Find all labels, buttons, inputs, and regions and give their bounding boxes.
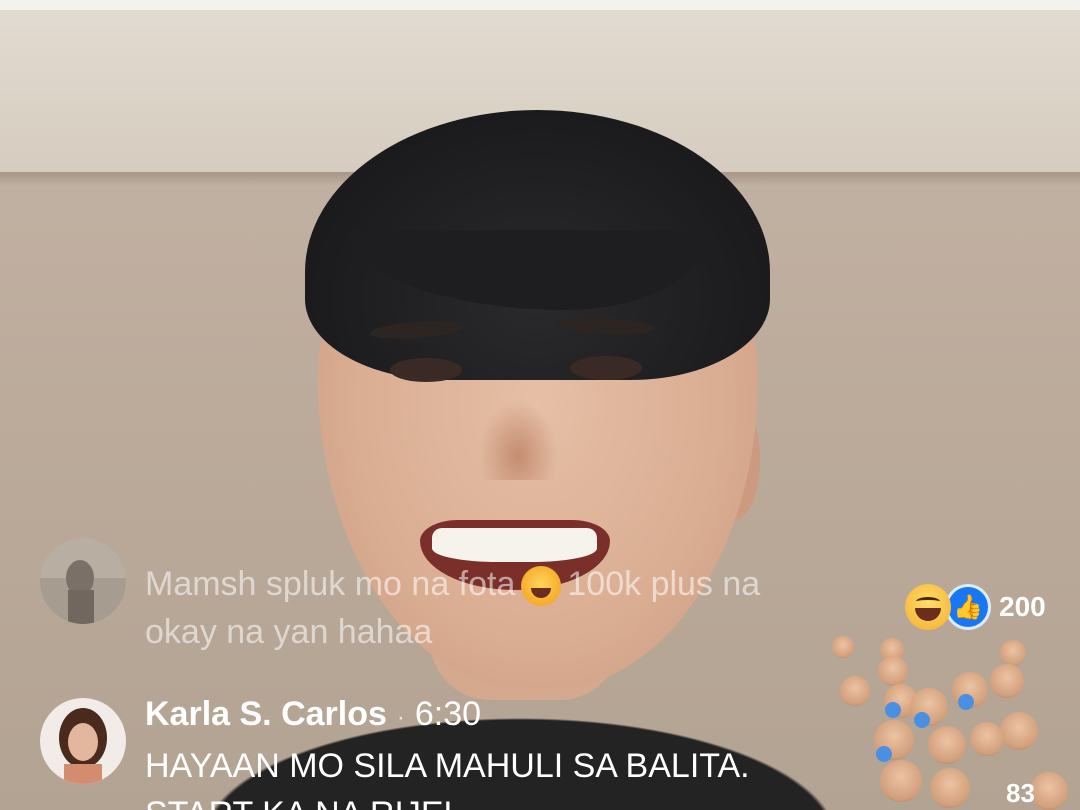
floating-avatar-reaction bbox=[1000, 640, 1026, 666]
avatar-photo bbox=[40, 698, 126, 784]
comment-text-part: okay na yan hahaa bbox=[145, 613, 433, 651]
like-icon: 👍 bbox=[945, 584, 991, 630]
person-nose bbox=[478, 400, 558, 480]
separator-dot: · bbox=[396, 704, 405, 731]
comment-body: Mamsh spluk mo na fota 100k plus na okay … bbox=[145, 560, 760, 656]
comment-text-line: HAYAAN MO SILA MAHULI SA BALITA. bbox=[145, 747, 750, 785]
floating-avatar-reaction bbox=[930, 768, 970, 808]
floating-reaction-count: 83 bbox=[1006, 778, 1035, 808]
commenter-name[interactable]: Karla S. Carlos bbox=[145, 695, 387, 733]
comment-body: Karla S. Carlos · 6:30 HAYAAN MO SILA MAHU… bbox=[145, 690, 750, 810]
live-video-frame bbox=[0, 0, 1080, 810]
rolling-laughing-emoji-icon bbox=[521, 566, 562, 607]
comment-text-part: Mamsh spluk mo na fota bbox=[145, 565, 516, 603]
person-teeth bbox=[432, 528, 597, 562]
like-icon bbox=[914, 712, 930, 728]
like-icon bbox=[885, 702, 901, 718]
like-icon bbox=[876, 746, 892, 762]
floating-avatar-reaction bbox=[1000, 712, 1038, 750]
haha-icon bbox=[905, 584, 951, 630]
comment-time: 6:30 bbox=[414, 695, 482, 733]
floating-avatar-reaction bbox=[1030, 772, 1068, 810]
reaction-count: 200 bbox=[999, 591, 1046, 622]
floating-avatar-reaction bbox=[840, 676, 870, 706]
floating-avatar-reaction bbox=[880, 760, 922, 802]
floating-avatar-reaction bbox=[990, 664, 1024, 698]
comment-text-part: 100k plus na bbox=[567, 565, 761, 603]
reaction-summary[interactable]: 👍 200 bbox=[905, 584, 1046, 630]
floating-avatar-reaction bbox=[928, 726, 966, 764]
person-eye bbox=[390, 358, 462, 382]
video-top-strip bbox=[0, 0, 1080, 10]
floating-avatar-reaction bbox=[970, 722, 1004, 756]
avatar-photo bbox=[40, 538, 126, 624]
person-eye bbox=[570, 356, 642, 380]
commenter-avatar[interactable] bbox=[40, 538, 126, 624]
floating-avatar-reaction bbox=[878, 656, 908, 686]
like-icon bbox=[958, 694, 974, 710]
commenter-avatar[interactable] bbox=[40, 698, 126, 784]
comment-text-line: START KA NA RIJEL bbox=[145, 790, 750, 810]
floating-avatar-reaction bbox=[832, 636, 854, 658]
